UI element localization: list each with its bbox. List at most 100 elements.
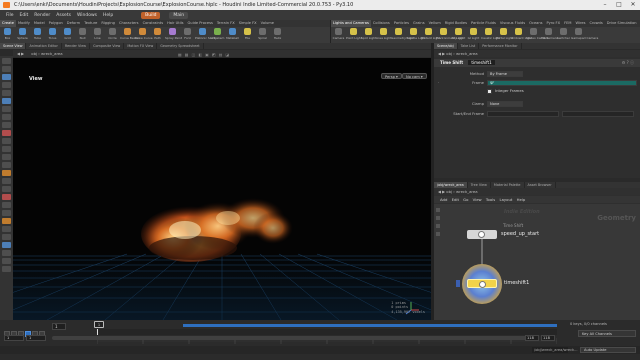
node-speed-up-start[interactable] [467,230,497,239]
shelf-tab[interactable]: Collisions [371,20,392,27]
menu-file[interactable]: File [3,11,17,21]
tab-composite-view[interactable]: Composite View [90,43,125,49]
shelf-tab[interactable]: Drive Simulation [605,20,639,27]
tab-motion-fx[interactable]: Motion FX View [124,43,158,49]
tab-geometry-spreadsheet[interactable]: Geometry Spreadsheet [157,43,204,49]
close-icon[interactable]: ✕ [626,0,640,10]
tool-grid[interactable]: Grid [60,27,75,43]
status-path[interactable]: /obj/wreck_area/wreck... [532,347,578,353]
tool-portal-light[interactable]: Portal Light [496,27,513,43]
tool-spiral[interactable]: Spiral [255,27,270,43]
tool-point-light[interactable]: Point Light [346,27,362,43]
forward-icon[interactable]: ▶ [21,51,24,56]
tab-render-view[interactable]: Render View [62,43,91,49]
net-tool-icon[interactable] [436,224,440,228]
primitives-icon[interactable] [2,162,11,168]
select-mode-icon[interactable] [2,122,11,128]
menu-edit[interactable]: Edit [17,11,32,21]
tool-path[interactable]: Path [150,27,165,43]
select-tool-icon[interactable] [2,58,11,64]
shelf-tab[interactable]: Particles [392,20,411,27]
shelf-tab[interactable]: Particle Fluids [469,20,498,27]
tool-helix[interactable]: Helix [270,27,285,43]
tool-file[interactable]: File [240,27,255,43]
camera-tool-icon[interactable] [2,98,11,104]
shelf-tab[interactable]: Characters [117,20,141,27]
shelf-tab[interactable]: Rigid Bodies [443,20,469,27]
tool-metaball[interactable]: Metaball [225,27,240,43]
settings-icon[interactable] [2,266,11,272]
shelf-tab[interactable]: Crowds [588,20,605,27]
net-path-geo[interactable]: wreck_area [456,189,478,194]
net-tool-icon[interactable] [436,232,440,236]
lasso-icon[interactable] [2,210,11,216]
shelf-tab[interactable]: Volume [259,20,276,27]
secure-select-icon[interactable] [2,170,11,176]
tool-distant-light[interactable]: Distant Light [421,27,440,43]
net-menu-edit[interactable]: Edit [452,197,459,202]
tab-scene-obj[interactable]: Scene/obj [434,43,458,49]
tool-lsystem[interactable]: L-System [210,27,225,43]
range-slider[interactable] [52,336,532,340]
back-icon[interactable]: ◀ [17,51,20,56]
minimize-icon[interactable]: – [598,0,612,10]
param-header-icons[interactable]: ⚙ ? ⓘ [622,59,634,67]
playhead-frame-label[interactable]: 1 [94,321,104,328]
network-canvas[interactable]: Indie Edition Geometry Time Shift speed_… [434,204,640,320]
points-icon[interactable] [2,146,11,152]
snap-icon[interactable] [2,106,11,112]
pick-icon[interactable] [2,178,11,184]
shelf-tab[interactable]: Hair Utils [165,20,185,27]
node-name-field[interactable]: timeshift1 [468,60,495,65]
menu-assets[interactable]: Assets [53,11,74,21]
clamp-dropdown[interactable]: None [487,101,523,107]
end-frame-field[interactable] [562,111,634,117]
tab-animation-editor[interactable]: Animation Editor [26,43,62,49]
net-menu-help[interactable]: Help [517,197,526,202]
shelf-tab[interactable]: Pyro FX [545,20,563,27]
shelf-tab[interactable]: Constraints [141,20,166,27]
path-obj[interactable]: obj [31,51,37,56]
highlight-icon[interactable] [2,194,11,200]
tab-scene-view[interactable]: Scene View [0,43,27,49]
net-menu-go[interactable]: Go [463,197,468,202]
current-frame-field[interactable]: 1 [52,323,66,330]
tool-box[interactable]: Box [0,27,15,43]
tool-environment-light[interactable]: Environment Light [436,27,464,43]
display-icon[interactable] [2,242,11,248]
tool-circle[interactable]: Circle [105,27,120,43]
snap-grid-icon[interactable] [2,114,11,120]
net-path-obj[interactable]: obj [446,189,452,194]
3d-viewport[interactable]: View Persp ▾ No cam ▾ 1 prims 0 points 4… [13,58,431,320]
shelf-tab[interactable]: Texture [82,20,99,27]
shelf-tab-lights[interactable]: Lights and Cameras [331,20,371,27]
tool-gamepad-camera[interactable]: Gamepad Camera [571,27,598,43]
shelf-tab[interactable]: Guide Process [186,20,215,27]
net-menu-view[interactable]: View [473,197,482,202]
method-dropdown[interactable]: By Frame [487,71,523,77]
net-menu-layout[interactable]: Layout [499,197,512,202]
connectivity-icon[interactable] [2,202,11,208]
paint-select-icon[interactable] [2,218,11,224]
tab-performance-monitor[interactable]: Performance Monitor [479,43,522,49]
viewport-view-label[interactable]: View [29,76,43,82]
visibility-icon[interactable] [2,186,11,192]
shelf-tab[interactable]: Rigging [99,20,117,27]
shelf-tab[interactable]: Model [32,20,47,27]
transform-tool-icon[interactable] [2,66,11,72]
tool-camera[interactable]: Camera [331,27,346,43]
tool-null[interactable]: Null [75,27,90,43]
tool-sphere[interactable]: Sphere [15,27,30,43]
timeline-track[interactable] [96,329,558,344]
end-frame-field[interactable]: 118 [541,335,555,341]
auto-update-dropdown[interactable]: Auto Update [580,347,636,353]
build-desktop-button[interactable]: Build [141,11,161,19]
shelf-tab[interactable]: Viscous Fluids [498,20,527,27]
tool-torus[interactable]: Torus [45,27,60,43]
start-frame-field[interactable] [487,111,559,117]
shelf-tab[interactable]: Terrain FX [215,20,237,27]
tab-take-list[interactable]: Take List [458,43,480,49]
frame-field[interactable]: $F [487,80,637,86]
tool-caustic-light[interactable]: Caustic Light [481,27,501,43]
tool-switcher[interactable]: Switcher [556,27,571,43]
